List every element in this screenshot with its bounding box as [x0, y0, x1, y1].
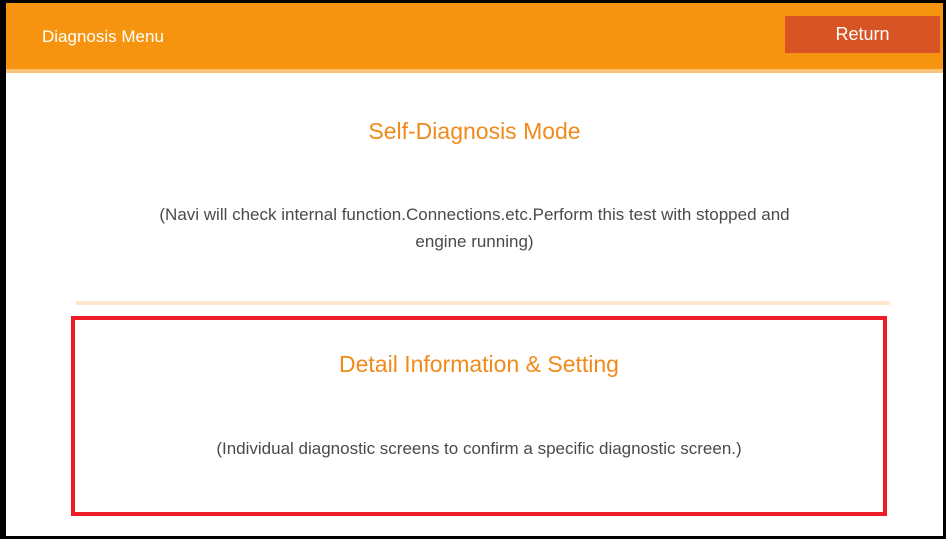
option-description: (Navi will check internal function.Conne…	[159, 205, 790, 251]
return-button[interactable]: Return	[785, 16, 940, 53]
header-bar: Diagnosis Menu Return	[6, 3, 943, 73]
divider	[76, 301, 890, 305]
diagnosis-screen: Diagnosis Menu Return Self-Diagnosis Mod…	[0, 0, 946, 539]
menu-option-self-diagnosis[interactable]: Self-Diagnosis Mode (Navi will check int…	[6, 103, 943, 303]
option-title: Self-Diagnosis Mode	[368, 118, 581, 144]
option-description: (Individual diagnostic screens to confir…	[216, 439, 742, 458]
option-title: Detail Information & Setting	[339, 351, 619, 377]
page-title: Diagnosis Menu	[42, 27, 164, 46]
menu-option-detail-information-setting[interactable]: Detail Information & Setting (Individual…	[71, 316, 887, 516]
